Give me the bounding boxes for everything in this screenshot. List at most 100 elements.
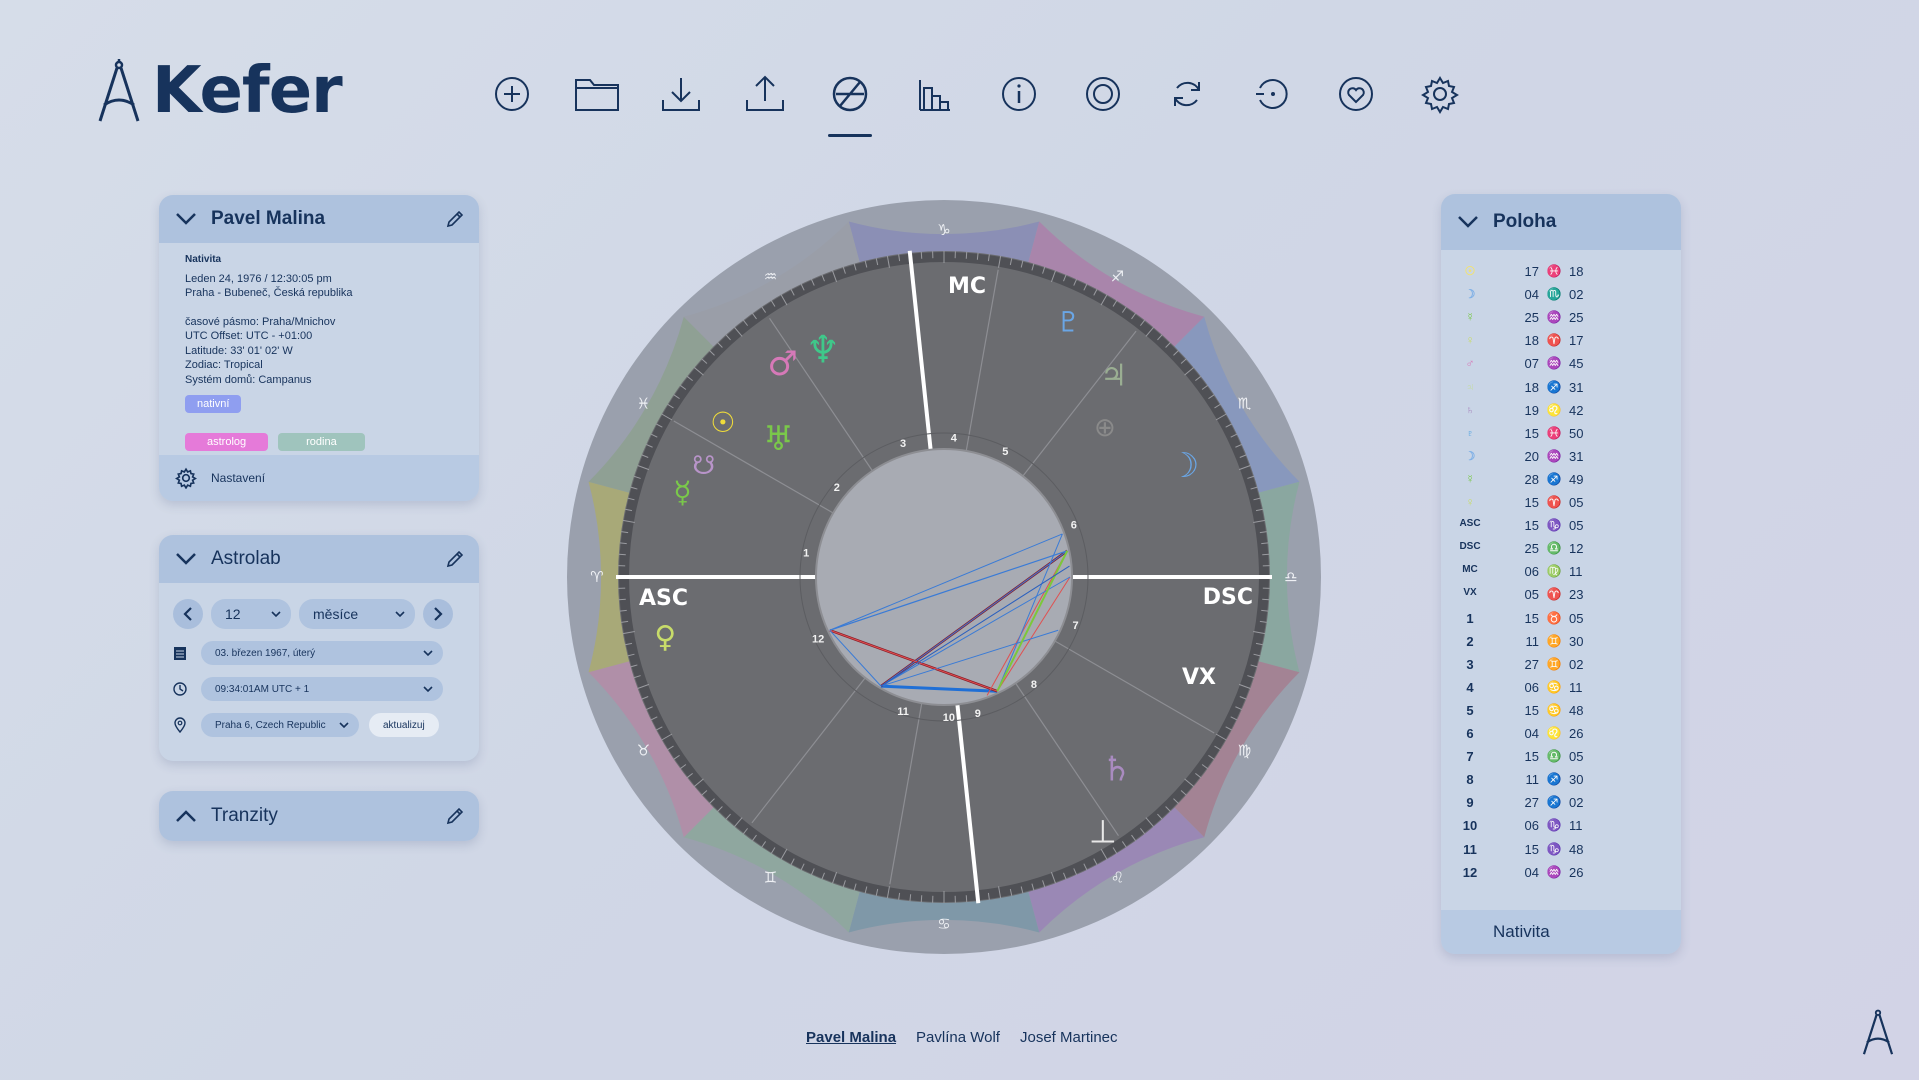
timezone-text: časové pásmo: Praha/Mnichov — [185, 315, 336, 328]
chevron-up-icon[interactable] — [175, 809, 197, 823]
chart-wheel-svg[interactable]: ♑♐♏♎♍♌♋♊♉♈♓♒123 456789101112ASC DSCMCVX☉☋☿… — [567, 200, 1321, 954]
place-select[interactable]: Praha 6, Czech Republic — [201, 713, 359, 737]
target-button[interactable] — [1061, 74, 1145, 126]
degree-value: 06 — [1524, 818, 1539, 834]
planet-glyph[interactable]: ♇ — [1056, 306, 1081, 339]
step-count-select[interactable]: 12 — [211, 599, 291, 629]
sign-symbol: ♌ — [1546, 726, 1562, 740]
planet-glyph[interactable]: ⊕ — [1094, 413, 1116, 443]
position-row[interactable]: ♂ 07 ♒ 45 — [1441, 356, 1681, 379]
planet-glyph[interactable]: ♄ — [1101, 750, 1131, 790]
position-row[interactable]: ♀ 18 ♈ 17 — [1441, 333, 1681, 356]
favorites-button[interactable] — [1314, 74, 1398, 126]
person-link-active[interactable]: Pavel Malina — [806, 1029, 896, 1046]
sign-symbol: ♉ — [1546, 610, 1562, 625]
house-number: 8 — [1031, 679, 1037, 691]
position-row[interactable]: MC 06 ♍ 11 — [1441, 564, 1681, 587]
position-row[interactable]: 9 27 ♐ 02 — [1441, 795, 1681, 818]
minute-value: 48 — [1569, 702, 1584, 718]
edit-pencil-icon[interactable] — [445, 806, 465, 826]
time-select[interactable]: 09:34:01AM UTC + 1 — [201, 677, 443, 701]
chevron-down-icon[interactable] — [175, 552, 197, 566]
position-row[interactable]: ♃ 18 ♐ 31 — [1441, 380, 1681, 403]
position-row[interactable]: 8 11 ♐ 30 — [1441, 772, 1681, 795]
person-card-header[interactable]: Pavel Malina — [159, 195, 479, 243]
chevron-down-icon[interactable] — [1457, 215, 1479, 229]
body-symbol: ♄ — [1465, 402, 1475, 417]
position-row[interactable]: VX 05 ♈ 23 — [1441, 587, 1681, 610]
position-row[interactable]: 11 15 ♑ 48 — [1441, 842, 1681, 865]
step-back-button[interactable] — [173, 599, 203, 629]
position-row[interactable]: ☿ 28 ♐ 49 — [1441, 472, 1681, 495]
tag-family[interactable]: rodina — [278, 433, 365, 451]
position-row[interactable]: ♄ 19 ♌ 42 — [1441, 403, 1681, 426]
refresh-button[interactable] — [1145, 74, 1229, 126]
position-row[interactable]: ☿ 25 ♒ 25 — [1441, 310, 1681, 333]
chevron-down-icon — [339, 722, 349, 729]
minute-value: 02 — [1569, 656, 1584, 672]
new-chart-button[interactable] — [470, 74, 554, 126]
position-row[interactable]: ♇ 15 ♓ 50 — [1441, 426, 1681, 449]
open-folder-button[interactable] — [554, 74, 638, 126]
positions-card: Poloha ☉ 17 ♓ 18 ☽ 04 ♏ 02 ☿ 25 ♒ 25 ♀ 18 ♈ 17 ♂ 07 ♒ 45 ♃ 18… — [1441, 194, 1681, 954]
position-row[interactable]: 3 27 ♊ 02 — [1441, 657, 1681, 680]
sign-symbol: ♏ — [1546, 287, 1562, 302]
position-row[interactable]: 5 15 ♋ 48 — [1441, 703, 1681, 726]
planet-glyph[interactable]: ♃ — [1100, 358, 1127, 393]
person-settings-row[interactable]: Nastavení — [159, 455, 479, 501]
upload-button[interactable] — [723, 74, 807, 126]
settings-button[interactable] — [1398, 74, 1482, 126]
person-link[interactable]: Josef Martinec — [1020, 1029, 1118, 1046]
planet-glyph[interactable]: ☉ — [710, 406, 735, 439]
position-row[interactable]: ☽ 04 ♏ 02 — [1441, 287, 1681, 310]
positions-footer[interactable]: Nativita — [1441, 910, 1681, 954]
position-row[interactable]: ♀ 15 ♈ 05 — [1441, 495, 1681, 518]
date-select[interactable]: 03. březen 1967, úterý — [201, 641, 443, 665]
position-row[interactable]: 4 06 ♋ 11 — [1441, 680, 1681, 703]
download-button[interactable] — [639, 74, 723, 126]
chart-wheel-button[interactable] — [808, 74, 892, 137]
position-row[interactable]: DSC 25 ♎ 12 — [1441, 541, 1681, 564]
position-row[interactable]: 2 11 ♊ 30 — [1441, 634, 1681, 657]
planet-glyph[interactable]: ☽ — [1169, 446, 1199, 486]
position-row[interactable]: 6 04 ♌ 26 — [1441, 726, 1681, 749]
position-row[interactable]: 12 04 ♒ 26 — [1441, 865, 1681, 888]
planet-glyph[interactable]: ⊥ — [1089, 813, 1117, 851]
planet-glyph[interactable]: ♅ — [763, 419, 793, 459]
body-symbol: ASC — [1459, 518, 1481, 530]
tag-native[interactable]: nativní — [185, 395, 242, 413]
chevron-down-icon[interactable] — [175, 212, 197, 226]
planet-glyph[interactable]: ♀ — [654, 620, 676, 655]
step-unit-select[interactable]: měsíce — [299, 599, 415, 629]
tag-astrologer[interactable]: astrolog — [185, 433, 269, 451]
app-logo[interactable]: Kefer — [96, 54, 343, 128]
person-link[interactable]: Pavlína Wolf — [916, 1029, 1000, 1046]
house-number: 4 — [951, 432, 958, 444]
body-symbol: 1 — [1466, 610, 1474, 626]
statistics-button[interactable] — [892, 74, 976, 126]
planet-glyph[interactable]: ♆ — [806, 327, 840, 371]
rotate-target-button[interactable] — [1230, 74, 1314, 126]
position-row[interactable]: 1 15 ♉ 05 — [1441, 611, 1681, 634]
sign-symbol: ♒ — [1546, 448, 1562, 463]
degree-value: 28 — [1524, 471, 1539, 487]
planet-glyph[interactable]: ☿ — [673, 476, 691, 511]
gear-icon — [1421, 76, 1460, 114]
planet-glyph[interactable]: ☋ — [692, 451, 715, 481]
position-row[interactable]: 7 15 ♎ 05 — [1441, 749, 1681, 772]
astrolab-card-header[interactable]: Astrolab — [159, 535, 479, 583]
natal-chart-wheel[interactable]: ♑ ♐ ♏ ♎ ♍ ♌ ♋ ♊ ♉ ♈ ♓ ♒ 1 2 3 4 5 6 7 8 9 10 11 12 ASC DSC MC VX ☉ ☋ ☿… — [567, 200, 1321, 954]
transits-card-header[interactable]: Tranzity — [159, 791, 479, 841]
position-row[interactable]: ☽ 20 ♒ 31 — [1441, 449, 1681, 472]
edit-pencil-icon[interactable] — [445, 209, 465, 229]
position-row[interactable]: ☉ 17 ♓ 18 — [1441, 264, 1681, 287]
sign-symbol: ♓ — [1546, 425, 1562, 440]
update-button[interactable]: aktualizuj — [369, 713, 439, 737]
planet-glyph[interactable]: ♂ — [767, 344, 797, 384]
positions-card-header[interactable]: Poloha — [1441, 194, 1681, 250]
edit-pencil-icon[interactable] — [445, 549, 465, 569]
info-button[interactable] — [976, 74, 1060, 126]
position-row[interactable]: 10 06 ♑ 11 — [1441, 818, 1681, 841]
position-row[interactable]: ASC 15 ♑ 05 — [1441, 518, 1681, 541]
step-forward-button[interactable] — [423, 599, 453, 629]
